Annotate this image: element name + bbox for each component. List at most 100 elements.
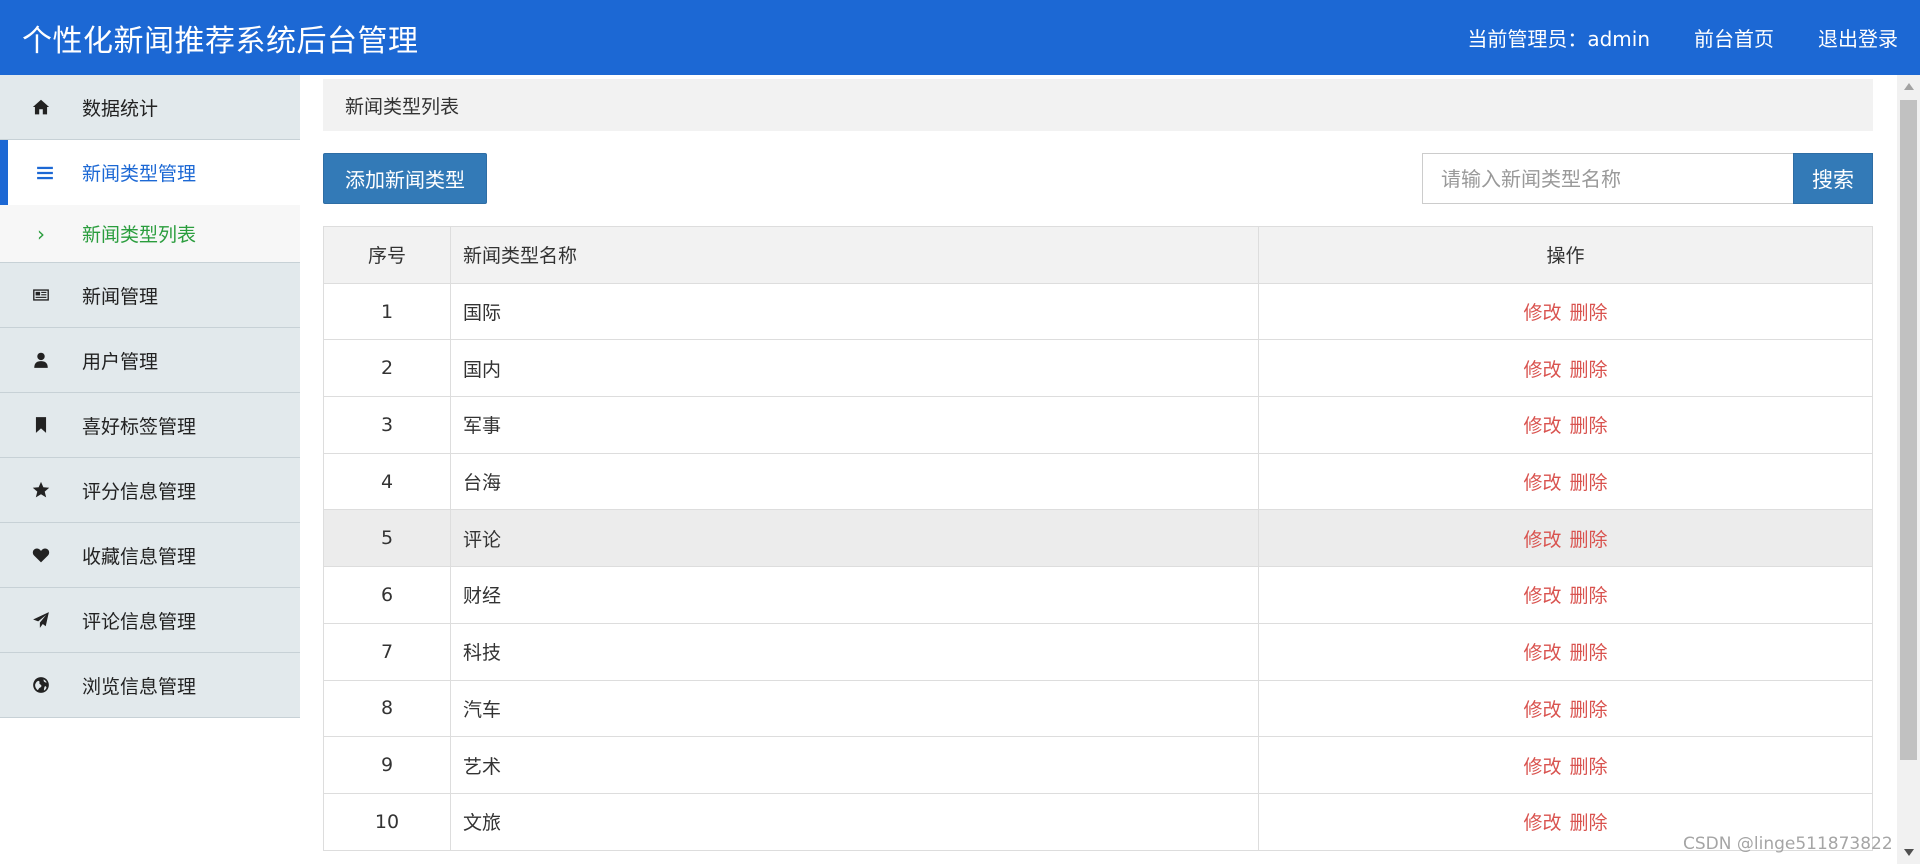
edit-link[interactable]: 修改 bbox=[1523, 359, 1561, 381]
bookmark-icon bbox=[0, 416, 82, 434]
scroll-up-arrow-icon[interactable] bbox=[1897, 75, 1920, 98]
edit-link[interactable]: 修改 bbox=[1523, 812, 1561, 834]
row-type-name: 台海 bbox=[450, 452, 1259, 511]
sidebar-item-statistics[interactable]: 数据统计 bbox=[0, 75, 300, 140]
row-type-name: 国内 bbox=[450, 339, 1259, 398]
delete-link[interactable]: 删除 bbox=[1570, 585, 1608, 607]
sidebar-item-label: 新闻管理 bbox=[82, 285, 159, 308]
column-header-index: 序号 bbox=[323, 226, 451, 284]
row-type-name: 评论 bbox=[450, 509, 1259, 568]
sidebar-item-label: 喜好标签管理 bbox=[82, 415, 197, 438]
table-row: 3 军事 修改 删除 bbox=[323, 396, 1873, 454]
search-input[interactable] bbox=[1422, 153, 1793, 204]
delete-link[interactable]: 删除 bbox=[1570, 756, 1608, 778]
news-type-table: 序号 新闻类型名称 操作 1 国际 修改 删除 2 国内 修改 删除 3 军事 … bbox=[323, 226, 1873, 851]
table-header-row: 序号 新闻类型名称 操作 bbox=[323, 226, 1873, 284]
row-index: 6 bbox=[323, 566, 451, 624]
logout-link[interactable]: 退出登录 bbox=[1818, 23, 1898, 52]
delete-link[interactable]: 删除 bbox=[1570, 472, 1608, 494]
table-row: 6 财经 修改 删除 bbox=[323, 566, 1873, 624]
breadcrumb: 新闻类型列表 bbox=[323, 79, 1873, 131]
table-row: 2 国内 修改 删除 bbox=[323, 339, 1873, 398]
chevron-right-icon: › bbox=[37, 221, 45, 246]
row-actions: 修改 删除 bbox=[1258, 622, 1873, 681]
edit-link[interactable]: 修改 bbox=[1523, 529, 1561, 551]
delete-link[interactable]: 删除 bbox=[1570, 529, 1608, 551]
delete-link[interactable]: 删除 bbox=[1570, 699, 1608, 721]
top-header: 个性化新闻推荐系统后台管理 当前管理员：admin 前台首页 退出登录 bbox=[0, 0, 1920, 75]
row-type-name: 文旅 bbox=[450, 792, 1259, 851]
search-button[interactable]: 搜索 bbox=[1793, 153, 1873, 204]
delete-link[interactable]: 删除 bbox=[1570, 812, 1608, 834]
table-row: 9 艺术 修改 删除 bbox=[323, 736, 1873, 794]
watermark: CSDN @linge511873822 bbox=[1683, 834, 1893, 854]
row-actions: 修改 删除 bbox=[1258, 566, 1873, 624]
sidebar-item-users[interactable]: 用户管理 bbox=[0, 328, 300, 393]
row-index: 10 bbox=[323, 792, 451, 851]
edit-link[interactable]: 修改 bbox=[1523, 642, 1561, 664]
sidebar-subitem-news-type-list[interactable]: › 新闻类型列表 bbox=[0, 205, 300, 263]
row-index: 2 bbox=[323, 339, 451, 398]
table-row: 7 科技 修改 删除 bbox=[323, 622, 1873, 681]
row-actions: 修改 删除 bbox=[1258, 679, 1873, 738]
edit-link[interactable]: 修改 bbox=[1523, 756, 1561, 778]
sidebar-item-ratings[interactable]: 评分信息管理 bbox=[0, 458, 300, 523]
row-actions: 修改 删除 bbox=[1258, 339, 1873, 398]
edit-link[interactable]: 修改 bbox=[1523, 472, 1561, 494]
add-news-type-button[interactable]: 添加新闻类型 bbox=[323, 153, 487, 204]
delete-link[interactable]: 删除 bbox=[1570, 302, 1608, 324]
row-index: 9 bbox=[323, 736, 451, 794]
scrollbar-thumb[interactable] bbox=[1900, 100, 1917, 760]
sidebar-item-label: 数据统计 bbox=[82, 97, 159, 120]
row-type-name: 国际 bbox=[450, 282, 1259, 341]
user-icon bbox=[0, 351, 82, 369]
row-type-name: 艺术 bbox=[450, 736, 1259, 794]
sidebar-item-comments[interactable]: 评论信息管理 bbox=[0, 588, 300, 653]
sidebar-item-tags[interactable]: 喜好标签管理 bbox=[0, 393, 300, 458]
table-row: 1 国际 修改 删除 bbox=[323, 282, 1873, 341]
sidebar-item-favorites[interactable]: 收藏信息管理 bbox=[0, 523, 300, 588]
delete-link[interactable]: 删除 bbox=[1570, 359, 1608, 381]
globe-icon bbox=[0, 676, 82, 694]
row-type-name: 汽车 bbox=[450, 679, 1259, 738]
vertical-scrollbar[interactable] bbox=[1897, 75, 1920, 864]
sidebar-item-label: 评分信息管理 bbox=[82, 480, 197, 503]
sidebar-subitem-label: 新闻类型列表 bbox=[82, 224, 197, 246]
home-icon bbox=[0, 98, 82, 116]
sidebar-item-label: 评论信息管理 bbox=[82, 610, 197, 633]
row-index: 1 bbox=[323, 282, 451, 341]
table-row: 4 台海 修改 删除 bbox=[323, 452, 1873, 511]
send-icon bbox=[0, 611, 82, 629]
app-title: 个性化新闻推荐系统后台管理 bbox=[22, 23, 419, 59]
sidebar-item-label: 新闻类型管理 bbox=[82, 163, 197, 185]
delete-link[interactable]: 删除 bbox=[1570, 415, 1608, 437]
frontend-home-link[interactable]: 前台首页 bbox=[1694, 23, 1774, 52]
search-bar: 搜索 bbox=[1422, 153, 1873, 204]
row-actions: 修改 删除 bbox=[1258, 736, 1873, 794]
table-row: 8 汽车 修改 删除 bbox=[323, 679, 1873, 738]
sidebar-item-browsing[interactable]: 浏览信息管理 bbox=[0, 653, 300, 718]
row-type-name: 财经 bbox=[450, 566, 1259, 624]
sidebar-item-label: 用户管理 bbox=[82, 350, 159, 373]
sidebar-item-label: 浏览信息管理 bbox=[82, 675, 197, 698]
table-row: 10 文旅 修改 删除 bbox=[323, 792, 1873, 851]
column-header-actions: 操作 bbox=[1258, 226, 1873, 284]
sidebar-item-news-type[interactable]: 新闻类型管理 bbox=[0, 140, 300, 205]
row-actions: 修改 删除 bbox=[1258, 452, 1873, 511]
sidebar-item-label: 收藏信息管理 bbox=[82, 545, 197, 568]
sidebar: 数据统计 新闻类型管理 › 新闻类型列表 新闻管理 用户管理 喜好标签管理 评分… bbox=[0, 75, 300, 718]
star-icon bbox=[0, 481, 82, 499]
edit-link[interactable]: 修改 bbox=[1523, 302, 1561, 324]
row-actions: 修改 删除 bbox=[1258, 509, 1873, 568]
scroll-down-arrow-icon[interactable] bbox=[1897, 841, 1920, 864]
sidebar-item-news[interactable]: 新闻管理 bbox=[0, 263, 300, 328]
header-nav: 当前管理员：admin 前台首页 退出登录 bbox=[1467, 23, 1898, 52]
row-index: 7 bbox=[323, 622, 451, 681]
row-actions: 修改 删除 bbox=[1258, 396, 1873, 454]
current-admin-label: 当前管理员：admin bbox=[1467, 27, 1650, 51]
edit-link[interactable]: 修改 bbox=[1523, 699, 1561, 721]
edit-link[interactable]: 修改 bbox=[1523, 415, 1561, 437]
delete-link[interactable]: 删除 bbox=[1570, 642, 1608, 664]
heart-icon bbox=[0, 546, 82, 564]
edit-link[interactable]: 修改 bbox=[1523, 585, 1561, 607]
